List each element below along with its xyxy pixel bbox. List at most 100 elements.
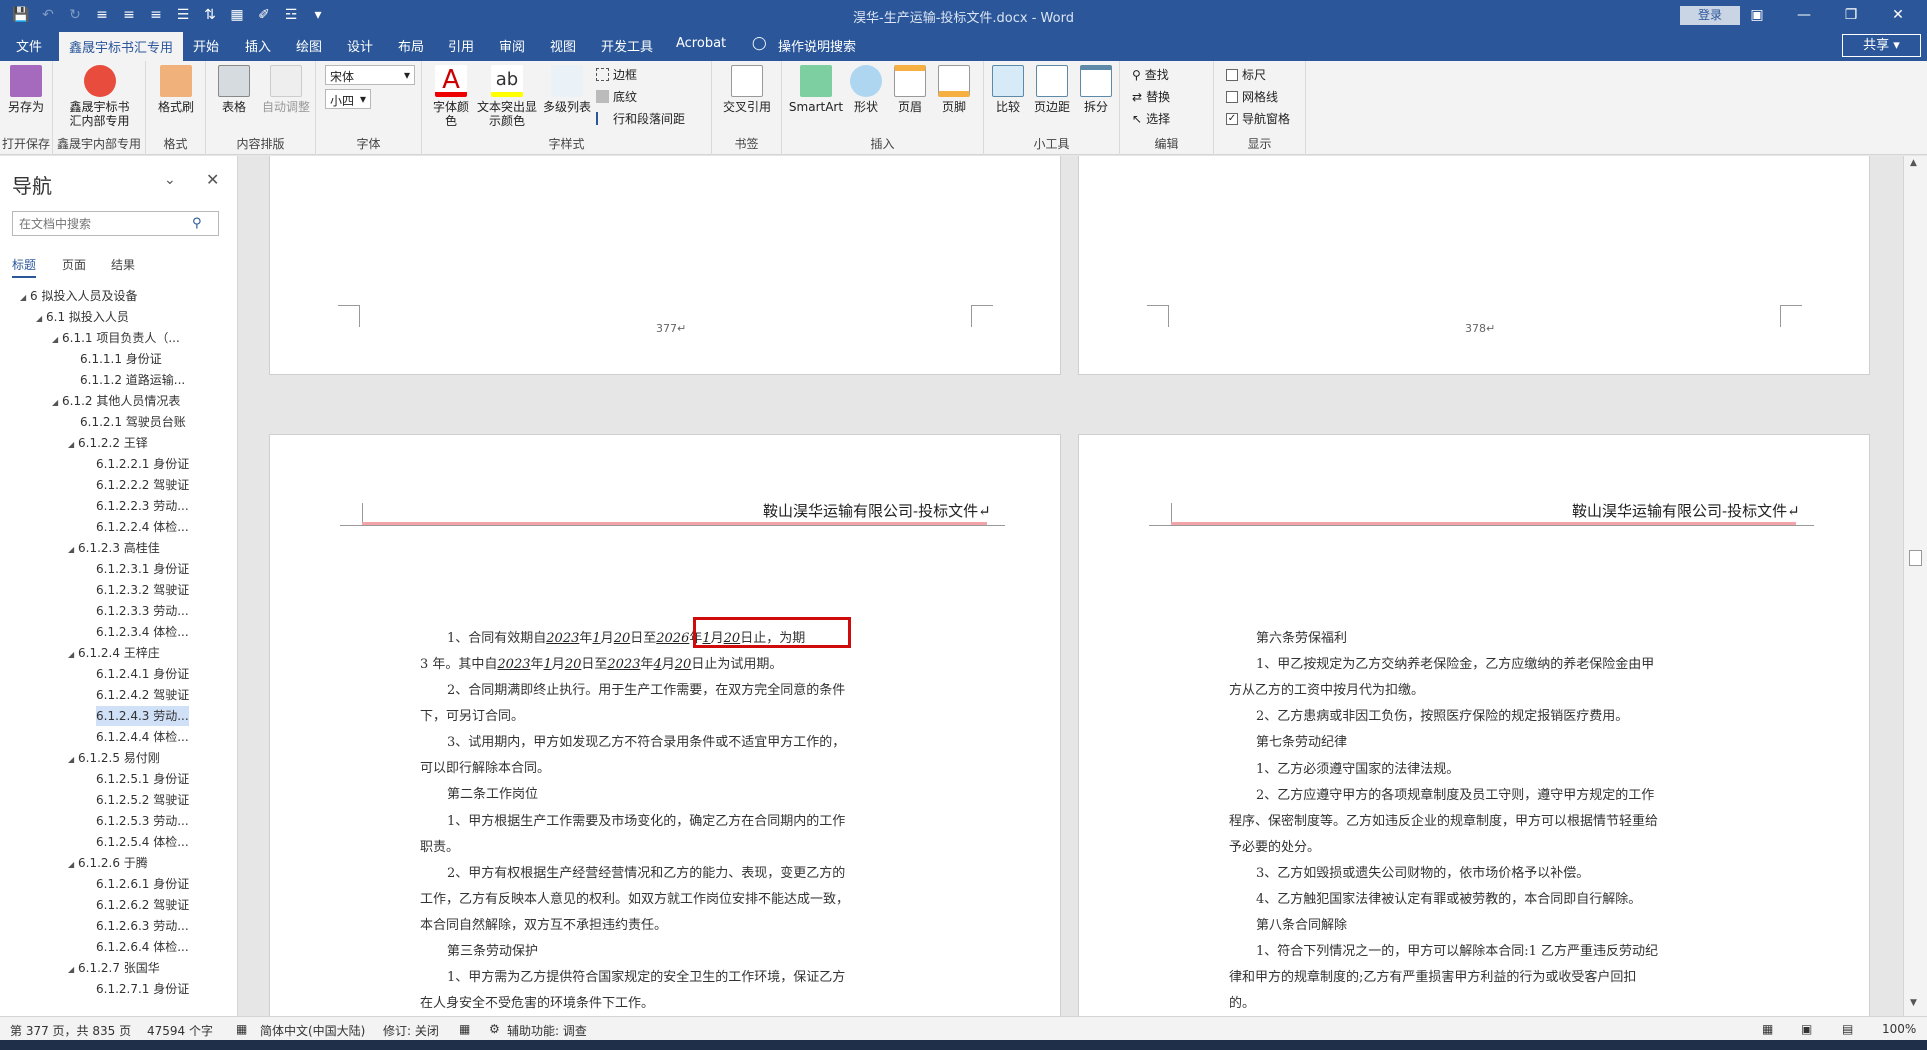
tab-view[interactable]: 视图: [550, 36, 576, 55]
close-icon[interactable]: ✕: [1883, 4, 1913, 26]
close-icon[interactable]: ✕: [206, 170, 219, 189]
nav-heading-item[interactable]: ◢ 6.1.2.6 于腾: [68, 853, 148, 873]
cross-reference-button[interactable]: 交叉引用: [717, 65, 777, 114]
nav-pane-checkbox[interactable]: ✓ 导航窗格: [1226, 109, 1290, 128]
accessibility-icon[interactable]: ⚙: [489, 1022, 500, 1036]
login-button[interactable]: 登录: [1680, 6, 1740, 25]
nav-heading-item[interactable]: 6.1.2.4.4 体检...: [96, 727, 189, 747]
ribbon-display-icon[interactable]: ▣: [1742, 4, 1772, 26]
nav-heading-item[interactable]: 6.1.2.3.1 身份证: [96, 559, 189, 579]
footer-button[interactable]: 页脚: [934, 65, 974, 114]
scroll-thumb[interactable]: [1909, 550, 1922, 566]
nav-heading-item[interactable]: ◢ 6.1.2 其他人员情况表: [52, 391, 180, 411]
shading-button[interactable]: 底纹: [596, 87, 637, 106]
proofing-icon[interactable]: ▦: [236, 1022, 247, 1036]
highlight-button[interactable]: ab 文本突出显 示颜色: [474, 65, 540, 128]
split-button[interactable]: 拆分: [1076, 65, 1116, 114]
select-button[interactable]: ↖ 选择: [1132, 109, 1170, 128]
track-changes[interactable]: 修订: 关闭: [383, 1022, 439, 1039]
tab-references[interactable]: 引用: [448, 36, 474, 55]
gridlines-checkbox[interactable]: 网格线: [1226, 87, 1278, 106]
tab-tell-me[interactable]: 操作说明搜索: [778, 36, 856, 55]
word-count[interactable]: 47594 个字: [147, 1022, 213, 1039]
header-button[interactable]: 页眉: [890, 65, 930, 114]
nav-heading-item[interactable]: 6.1.2.4.2 驾驶证: [96, 685, 189, 705]
nav-heading-item[interactable]: 6.1.2.6.2 驾驶证: [96, 895, 189, 915]
format-painter-button[interactable]: 格式刷: [154, 65, 198, 114]
vertical-scrollbar[interactable]: ▲ ▼: [1903, 156, 1927, 1016]
table-button[interactable]: 表格: [212, 65, 256, 114]
nav-heading-item[interactable]: ◢ 6.1.2.5 易付刚: [68, 748, 160, 768]
nav-heading-item[interactable]: 6.1.2.2.3 劳动...: [96, 496, 189, 516]
tell-me-icon[interactable]: ◯: [752, 36, 767, 51]
nav-heading-item[interactable]: 6.1.2.6.4 体检...: [96, 937, 189, 957]
tab-file[interactable]: 文件: [16, 36, 42, 55]
nav-heading-item[interactable]: ◢ 6 拟投入人员及设备: [20, 286, 137, 306]
nav-tab-pages[interactable]: 页面: [62, 256, 86, 273]
language[interactable]: 简体中文(中国大陆): [260, 1022, 365, 1039]
nav-heading-item[interactable]: 6.1.2.3.4 体检...: [96, 622, 189, 642]
collapse-arrow-icon[interactable]: ◢: [68, 750, 78, 770]
restore-icon[interactable]: ❐: [1836, 4, 1866, 26]
smartart-button[interactable]: SmartArt: [788, 65, 844, 114]
nav-heading-item[interactable]: 6.1.2.7.1 身份证: [96, 979, 189, 999]
nav-heading-item[interactable]: ◢ 6.1.1 项目负责人（...: [52, 328, 180, 348]
web-layout-icon[interactable]: ▤: [1842, 1022, 1853, 1036]
nav-heading-item[interactable]: ◢ 6.1.2.3 高桂佳: [68, 538, 160, 558]
tab-home[interactable]: 开始: [193, 36, 219, 55]
nav-heading-item[interactable]: 6.1.2.5.1 身份证: [96, 769, 189, 789]
margins-button[interactable]: 页边距: [1030, 65, 1074, 114]
nav-heading-item[interactable]: 6.1.2.6.3 劳动...: [96, 916, 189, 936]
collapse-arrow-icon[interactable]: ◢: [52, 393, 62, 413]
collapse-arrow-icon[interactable]: ◢: [36, 309, 46, 329]
accessibility-status[interactable]: 辅助功能: 调查: [507, 1022, 587, 1039]
nav-heading-item[interactable]: 6.1.1.1 身份证: [80, 349, 162, 369]
line-spacing-button[interactable]: 行和段落间距: [596, 109, 685, 128]
replace-button[interactable]: ⇄ 替换: [1132, 87, 1170, 106]
nav-heading-item[interactable]: 6.1.2.2.4 体检...: [96, 517, 189, 537]
xsy-button[interactable]: 鑫晟宇标书 汇内部专用: [57, 65, 142, 128]
save-as-button[interactable]: 另存为: [6, 65, 46, 114]
tab-acrobat[interactable]: Acrobat: [676, 36, 726, 51]
tab-review[interactable]: 审阅: [499, 36, 525, 55]
scroll-down-icon[interactable]: ▼: [1910, 998, 1917, 1008]
nav-heading-item[interactable]: 6.1.2.5.4 体检...: [96, 832, 189, 852]
multilevel-list-button[interactable]: 多级列表: [540, 65, 594, 114]
tab-xsy[interactable]: 鑫晟宇标书汇专用: [59, 32, 184, 61]
collapse-arrow-icon[interactable]: ◢: [20, 288, 30, 308]
font-color-button[interactable]: A 字体颜 色: [431, 65, 471, 128]
autofit-button[interactable]: 自动调整: [260, 65, 312, 114]
nav-heading-item[interactable]: ◢ 6.1.2.2 王铎: [68, 433, 148, 453]
nav-heading-item[interactable]: 6.1.2.2.1 身份证: [96, 454, 189, 474]
border-button[interactable]: 边框: [596, 65, 637, 84]
ruler-checkbox[interactable]: 标尺: [1226, 65, 1266, 84]
nav-heading-item[interactable]: 6.1.2.6.1 身份证: [96, 874, 189, 894]
nav-heading-item[interactable]: 6.1.2.1 驾驶员台账: [80, 412, 186, 432]
read-mode-icon[interactable]: ▦: [1762, 1022, 1773, 1036]
find-button[interactable]: ⚲ 查找: [1132, 65, 1169, 84]
nav-search-input[interactable]: [12, 211, 219, 236]
zoom-level[interactable]: 100%: [1882, 1022, 1916, 1036]
nav-heading-item[interactable]: ◢ 6.1.2.4 王梓庄: [68, 643, 160, 663]
tab-draw[interactable]: 绘图: [296, 36, 322, 55]
nav-heading-item[interactable]: 6.1.2.3.3 劳动...: [96, 601, 189, 621]
nav-heading-item[interactable]: 6.1.2.3.2 驾驶证: [96, 580, 189, 600]
nav-heading-item[interactable]: ◢ 6.1.2.7 张国华: [68, 958, 160, 978]
font-name-select[interactable]: 宋体 ▾: [325, 65, 415, 85]
macro-icon[interactable]: ▦: [459, 1022, 470, 1036]
collapse-arrow-icon[interactable]: ◢: [68, 540, 78, 560]
nav-heading-item[interactable]: 6.1.2.5.2 驾驶证: [96, 790, 189, 810]
collapse-arrow-icon[interactable]: ◢: [68, 855, 78, 875]
nav-tab-headings[interactable]: 标题: [12, 256, 37, 278]
scroll-up-icon[interactable]: ▲: [1910, 158, 1917, 168]
minimize-icon[interactable]: —: [1789, 4, 1819, 26]
nav-heading-item[interactable]: 6.1.1.2 道路运输...: [80, 370, 185, 390]
share-button[interactable]: 共享 ▾: [1842, 34, 1921, 57]
chevron-down-icon[interactable]: ⌄: [164, 172, 176, 188]
font-size-select[interactable]: 小四 ▾: [325, 89, 371, 109]
compare-button[interactable]: 比较: [988, 65, 1028, 114]
nav-heading-item[interactable]: 6.1.2.2.2 驾驶证: [96, 475, 189, 495]
nav-heading-item[interactable]: 6.1.2.4.3 劳动...: [96, 706, 189, 726]
collapse-arrow-icon[interactable]: ◢: [68, 960, 78, 980]
collapse-arrow-icon[interactable]: ◢: [68, 435, 78, 455]
